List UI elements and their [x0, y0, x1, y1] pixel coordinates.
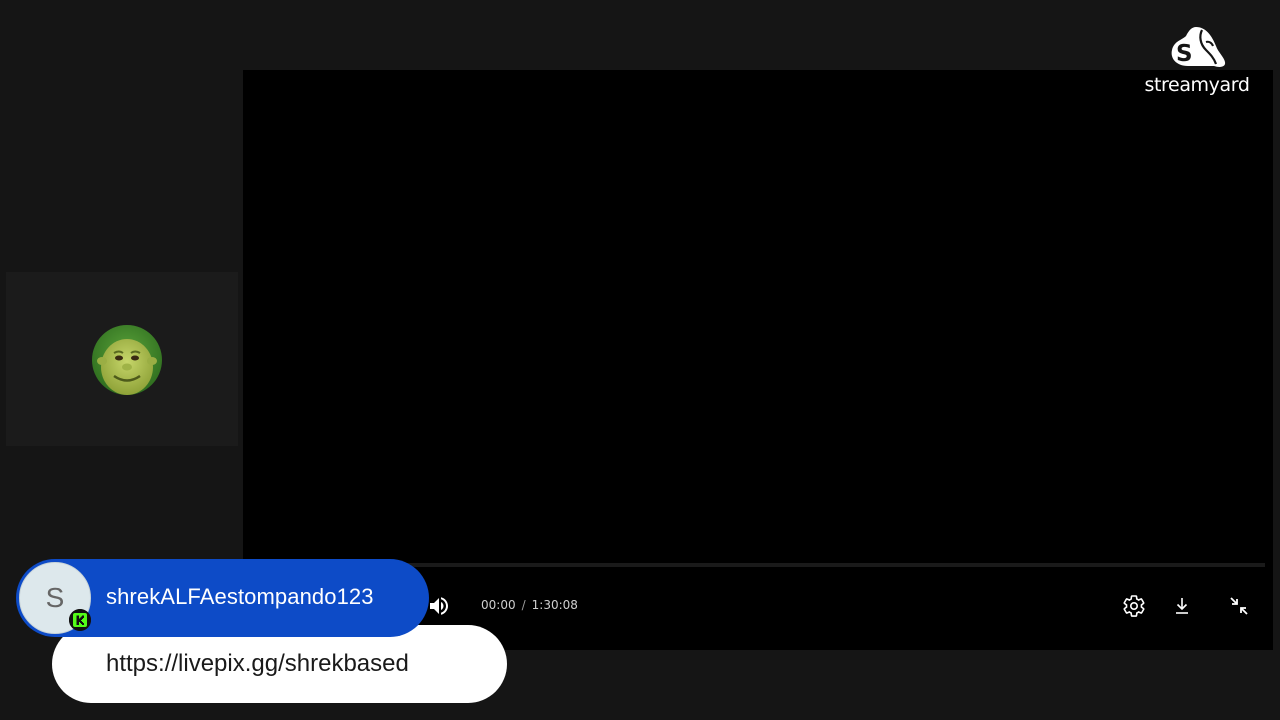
exit-fullscreen-icon[interactable]: [1227, 594, 1251, 618]
comment-header: S shrekALFAestompando123: [16, 559, 429, 637]
participant-tile: [6, 272, 238, 446]
duration: 1:30:08: [531, 598, 578, 612]
broadcast-stage: 00:00/1:30:08 S streamyard https://livep…: [0, 0, 1280, 720]
kick-icon: [69, 609, 91, 631]
participant-avatar-icon: [92, 325, 162, 395]
commenter-name: shrekALFAestompando123: [106, 584, 374, 609]
svg-text:S: S: [1176, 41, 1193, 67]
comment-banner: https://livepix.gg/shrekbased S shrekALF…: [16, 559, 516, 709]
brand-watermark: S streamyard: [1138, 24, 1256, 100]
participant-avatar-image: [92, 325, 162, 395]
streamyard-logo-icon: S: [1166, 24, 1226, 72]
time-separator: /: [521, 598, 526, 612]
brand-name: streamyard: [1144, 74, 1250, 96]
comment-text: https://livepix.gg/shrekbased: [106, 650, 409, 677]
download-icon[interactable]: [1170, 594, 1194, 618]
gear-icon[interactable]: [1122, 594, 1146, 618]
